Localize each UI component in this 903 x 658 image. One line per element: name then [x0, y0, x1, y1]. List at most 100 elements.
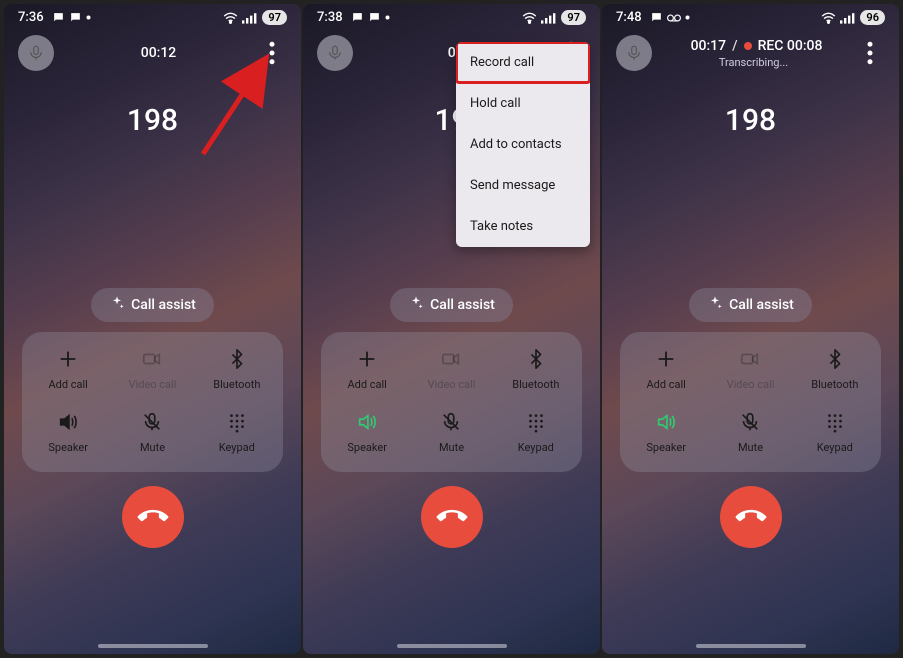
- mute-label: Mute: [439, 441, 464, 454]
- home-indicator[interactable]: [397, 644, 507, 648]
- chat2-status-icon: [368, 11, 381, 24]
- bluetooth-icon: [224, 346, 250, 372]
- hangup-button[interactable]: [122, 486, 184, 548]
- menu-item-take notes[interactable]: Take notes: [456, 206, 590, 247]
- call-info: 00:12: [62, 45, 249, 61]
- phone-screen: 7:489600:17/REC 00:08Transcribing...198C…: [602, 4, 899, 654]
- call-duration: 00:17: [691, 38, 727, 54]
- chat-status-icon: [52, 11, 65, 24]
- home-indicator[interactable]: [98, 644, 208, 648]
- avatar[interactable]: [616, 35, 652, 71]
- more-button[interactable]: [855, 38, 885, 68]
- call-assist-button[interactable]: Call assist: [390, 288, 513, 322]
- menu-item-send message[interactable]: Send message: [456, 165, 590, 206]
- hangup-button[interactable]: [720, 486, 782, 548]
- signal-icon: [840, 12, 856, 24]
- action-grid: Add call Video call Bluetooth Speaker Mute Ke…: [22, 332, 283, 472]
- bluetooth-button[interactable]: Bluetooth: [494, 346, 578, 391]
- wifi-icon: [522, 12, 537, 24]
- video-call-button: Video call: [110, 346, 194, 391]
- avatar[interactable]: [317, 35, 353, 71]
- speaker-button[interactable]: Speaker: [624, 409, 708, 454]
- action-grid: Add call Video call Bluetooth Speaker Mute Ke…: [620, 332, 881, 472]
- menu-item-add to contacts[interactable]: Add to contacts: [456, 124, 590, 165]
- video-icon: [438, 346, 464, 372]
- keypad-button[interactable]: Keypad: [793, 409, 877, 454]
- bluetooth-button[interactable]: Bluetooth: [195, 346, 279, 391]
- add-call-button[interactable]: Add call: [624, 346, 708, 391]
- keypad-label: Keypad: [817, 441, 853, 454]
- bluetooth-icon: [523, 346, 549, 372]
- chat2-status-icon: [69, 11, 82, 24]
- speaker-icon: [653, 409, 679, 435]
- mute-label: Mute: [140, 441, 165, 454]
- call-assist-button[interactable]: Call assist: [91, 288, 214, 322]
- mute-icon: [139, 409, 165, 435]
- status-bar: 7:38 97: [303, 4, 600, 27]
- speaker-label: Speaker: [48, 441, 88, 454]
- keypad-icon: [523, 409, 549, 435]
- chat-status-icon: [351, 11, 364, 24]
- mute-icon: [438, 409, 464, 435]
- keypad-button[interactable]: Keypad: [195, 409, 279, 454]
- add-call-button[interactable]: Add call: [26, 346, 110, 391]
- battery-indicator: 97: [561, 10, 586, 25]
- sparkle-icon: [707, 295, 723, 315]
- transcribing-label: Transcribing...: [719, 56, 788, 69]
- video-call-button: Video call: [708, 346, 792, 391]
- keypad-button[interactable]: Keypad: [494, 409, 578, 454]
- speaker-button[interactable]: Speaker: [26, 409, 110, 454]
- bluetooth-button[interactable]: Bluetooth: [793, 346, 877, 391]
- mute-button[interactable]: Mute: [409, 409, 493, 454]
- plus-icon: [354, 346, 380, 372]
- video-icon: [737, 346, 763, 372]
- status-bar: 7:3697: [4, 4, 301, 27]
- battery-indicator: 96: [860, 10, 885, 25]
- bluetooth-label: Bluetooth: [811, 378, 858, 391]
- video-call-label: Video call: [428, 378, 476, 391]
- action-grid: Add call Video call Bluetooth Speaker Mute Ke…: [321, 332, 582, 472]
- wifi-icon: [223, 12, 238, 24]
- call-duration: 00:12: [141, 45, 177, 61]
- wifi-icon: [821, 12, 836, 24]
- video-call-label: Video call: [129, 378, 177, 391]
- call-assist-label: Call assist: [131, 297, 196, 313]
- sparkle-icon: [408, 295, 424, 315]
- clock: 7:38: [317, 10, 343, 25]
- menu-item-record call[interactable]: Record call: [456, 42, 590, 84]
- keypad-icon: [224, 409, 250, 435]
- rec-time: REC 00:08: [758, 38, 823, 54]
- call-assist-label: Call assist: [430, 297, 495, 313]
- add-call-button[interactable]: Add call: [325, 346, 409, 391]
- mute-icon: [737, 409, 763, 435]
- avatar[interactable]: [18, 35, 54, 71]
- plus-icon: [653, 346, 679, 372]
- mute-button[interactable]: Mute: [110, 409, 194, 454]
- more-button[interactable]: [257, 38, 287, 68]
- chat-status-icon: [650, 11, 663, 24]
- mute-button[interactable]: Mute: [708, 409, 792, 454]
- bluetooth-label: Bluetooth: [512, 378, 559, 391]
- speaker-icon: [55, 409, 81, 435]
- menu-item-hold call[interactable]: Hold call: [456, 83, 590, 124]
- clock: 7:48: [616, 10, 642, 25]
- speaker-label: Speaker: [646, 441, 686, 454]
- call-assist-button[interactable]: Call assist: [689, 288, 812, 322]
- call-assist-label: Call assist: [729, 297, 794, 313]
- vm-status-icon: [667, 13, 681, 23]
- bluetooth-icon: [822, 346, 848, 372]
- clock: 7:36: [18, 10, 44, 25]
- signal-icon: [242, 12, 258, 24]
- keypad-label: Keypad: [219, 441, 255, 454]
- home-indicator[interactable]: [696, 644, 806, 648]
- speaker-button[interactable]: Speaker: [325, 409, 409, 454]
- video-call-button: Video call: [409, 346, 493, 391]
- add-call-label: Add call: [48, 378, 87, 391]
- video-icon: [139, 346, 165, 372]
- signal-icon: [541, 12, 557, 24]
- separator: /: [732, 38, 737, 54]
- rec-dot-icon: [744, 42, 752, 50]
- speaker-label: Speaker: [347, 441, 387, 454]
- hangup-button[interactable]: [421, 486, 483, 548]
- video-call-label: Video call: [727, 378, 775, 391]
